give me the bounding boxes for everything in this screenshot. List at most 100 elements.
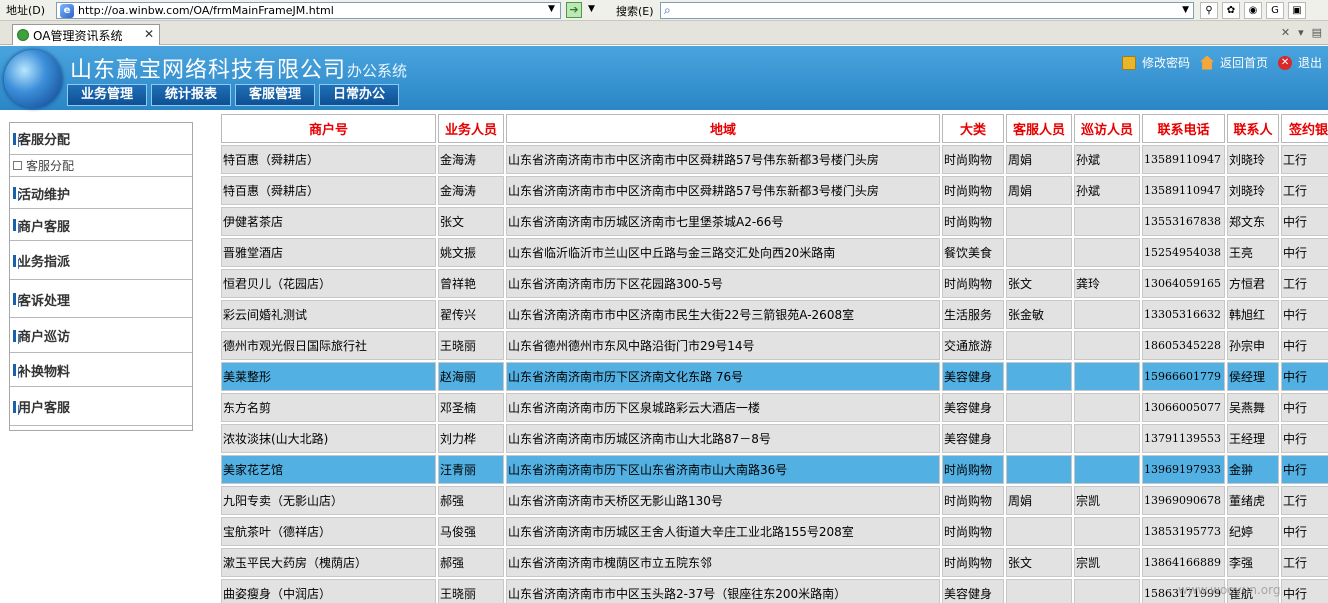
col-header-bank[interactable]: 签约银行	[1281, 114, 1328, 143]
col-header-contact[interactable]: 联系人	[1227, 114, 1279, 143]
cell-visit	[1074, 455, 1140, 484]
table-row[interactable]: 特百惠（舜耕店） 金海涛 山东省济南济南市市中区济南市中区舜耕路57号伟东新都3号楼…	[221, 145, 1328, 174]
col-header-merchant[interactable]: 商户号	[221, 114, 436, 143]
taobao-icon[interactable]: ◉	[1244, 2, 1262, 19]
url-input[interactable]: e http://oa.winbw.com/OA/frmMainFrameJM.…	[56, 2, 561, 19]
cell-visit: 宗凯	[1074, 548, 1140, 577]
col-header-phone[interactable]: 联系电话	[1142, 114, 1225, 143]
sidebar-item-user-cs[interactable]: 用户客服	[10, 388, 192, 426]
cell-merchant: 特百惠（舜耕店）	[221, 176, 436, 205]
table-row[interactable]: 伊健茗茶店 张文 山东省济南济南市历城区济南市七里堡茶城A2-66号 时尚购物 1355…	[221, 207, 1328, 236]
nav-business-management[interactable]: 业务管理	[67, 84, 147, 106]
table-row[interactable]: 晋雅堂酒店 姚文振 山东省临沂临沂市兰山区中丘路与金三路交汇处向西20米路南 餐饮美食…	[221, 238, 1328, 267]
nav-customer-service[interactable]: 客服管理	[235, 84, 315, 106]
url-dropdown-icon[interactable]: ▼	[548, 4, 555, 14]
cell-phone: 13969197933	[1142, 455, 1225, 484]
sidebar-item-cs-assign[interactable]: 客服分配	[10, 123, 192, 155]
cell-phone: 13064059165	[1142, 269, 1225, 298]
cell-region: 山东省济南济南市历城区济南市七里堡茶城A2-66号	[506, 207, 940, 236]
col-header-service[interactable]: 客服人员	[1006, 114, 1072, 143]
table-row[interactable]: 东方名剪 邓圣楠 山东省济南济南市历下区泉城路彩云大酒店一楼 美容健身 13066005…	[221, 393, 1328, 422]
sidebar-item-label: 客诉处理	[18, 293, 71, 309]
table-row[interactable]: 恒君贝儿（花园店） 曾祥艳 山东省济南济南市历下区花园路300-5号 时尚购物 张文 龚玲…	[221, 269, 1328, 298]
sidebar-subitem-cs-assign[interactable]: 客服分配	[10, 155, 192, 177]
search-input[interactable]: ⌕ ▼	[660, 2, 1194, 19]
cell-contact: 金翀	[1227, 455, 1279, 484]
exit-icon: ✕	[1278, 55, 1293, 70]
url-text: http://oa.winbw.com/OA/frmMainFrameJM.ht…	[78, 4, 334, 17]
cell-sales: 金海涛	[438, 176, 504, 205]
cell-service: 张文	[1006, 269, 1072, 298]
cell-merchant: 特百惠（舜耕店）	[221, 145, 436, 174]
menu-bullet-icon	[13, 329, 16, 342]
sidebar-item-merchant-cs[interactable]: 商户客服	[10, 210, 192, 241]
table-row[interactable]: 美莱整形 赵海丽 山东省济南济南市历下区济南文化东路 76号 美容健身 15966601…	[221, 362, 1328, 391]
table-row[interactable]: 美家花艺馆 汪青丽 山东省济南济南市历下区山东省济南市山大南路36号 时尚购物 1396…	[221, 455, 1328, 484]
table-row[interactable]: 特百惠（舜耕店） 金海涛 山东省济南济南市市中区济南市中区舜耕路57号伟东新都3号楼…	[221, 176, 1328, 205]
cell-contact: 方恒君	[1227, 269, 1279, 298]
tab-close-icon[interactable]: ✕	[144, 27, 154, 41]
cell-sales: 邓圣楠	[438, 393, 504, 422]
cell-region: 山东省济南济南市历城区王舍人街道大辛庄工业北路155号208室	[506, 517, 940, 546]
cell-service	[1006, 331, 1072, 360]
table-row[interactable]: 宝航茶叶（德祥店） 马俊强 山东省济南济南市历城区王舍人街道大辛庄工业北路155号2…	[221, 517, 1328, 546]
google-icon[interactable]: G	[1266, 2, 1284, 19]
cell-visit	[1074, 207, 1140, 236]
go-button-icon[interactable]: ➔	[566, 2, 582, 18]
cell-category: 时尚购物	[942, 176, 1004, 205]
cell-service	[1006, 517, 1072, 546]
table-row[interactable]: 浓妆淡抹(山大北路) 刘力桦 山东省济南济南市历城区济南市山大北路87－8号 美容健身…	[221, 424, 1328, 453]
browser-address-bar: 地址(D) e http://oa.winbw.com/OA/frmMainFr…	[0, 0, 1328, 21]
cell-phone: 13553167838	[1142, 207, 1225, 236]
sidebar-item-activity[interactable]: 活动维护	[10, 178, 192, 209]
cell-merchant: 东方名剪	[221, 393, 436, 422]
table-row[interactable]: 九阳专卖（无影山店） 郝强 山东省济南济南市天桥区无影山路130号 时尚购物 周娟 宗凯 1…	[221, 486, 1328, 515]
tab-list-icon[interactable]: ▤	[1312, 26, 1322, 39]
baidu-icon[interactable]: ✿	[1222, 2, 1240, 19]
cell-sales: 王晓丽	[438, 331, 504, 360]
sidebar-item-merchant-visit[interactable]: 商户巡访	[10, 319, 192, 353]
sidebar-item-assign[interactable]: 业务指派	[10, 242, 192, 280]
col-header-category[interactable]: 大类	[942, 114, 1004, 143]
col-header-region[interactable]: 地域	[506, 114, 940, 143]
merchant-table-container: 商户号 业务人员 地域 大类 客服人员 巡访人员 联系电话 联系人 签约银行 特…	[219, 112, 1328, 603]
tab-menu-icon[interactable]: ▾	[1298, 26, 1304, 39]
cell-sales: 郝强	[438, 486, 504, 515]
col-header-sales[interactable]: 业务人员	[438, 114, 504, 143]
table-row[interactable]: 彩云间婚礼测试 翟传兴 山东省济南济南市市中区济南市民生大街22号三箭银苑A-260…	[221, 300, 1328, 329]
cell-contact: 孙宗申	[1227, 331, 1279, 360]
cell-sales: 王晓丽	[438, 579, 504, 603]
nav-daily-office[interactable]: 日常办公	[319, 84, 399, 106]
logout-link[interactable]: ✕ 退出	[1278, 54, 1322, 71]
search-dropdown-icon[interactable]: ▼	[1182, 5, 1189, 15]
cell-merchant: 德州市观光假日国际旅行社	[221, 331, 436, 360]
home-link[interactable]: 返回首页	[1200, 54, 1268, 71]
table-row[interactable]: 德州市观光假日国际旅行社 王晓丽 山东省德州德州市东风中路沿街门市29号14号 交通旅…	[221, 331, 1328, 360]
change-password-link[interactable]: 修改密码	[1122, 54, 1190, 71]
sidebar-item-label: 客服分配	[18, 133, 71, 148]
menu-bullet-icon	[13, 132, 16, 145]
app-header: 山东赢宝网络科技有限公司 办公系统 业务管理 统计报表 客服管理 日常办公 修改…	[0, 46, 1328, 110]
cell-service: 张金敏	[1006, 300, 1072, 329]
table-row[interactable]: 曲姿瘦身（中润店） 王晓丽 山东省济南济南市市中区玉头路2-37号（银座往东200米…	[221, 579, 1328, 603]
table-row[interactable]: 漱玉平民大药房（槐荫店） 郝强 山东省济南济南市槐荫区市立五院东邻 时尚购物 张文 宗凯 1…	[221, 548, 1328, 577]
cell-visit: 宗凯	[1074, 486, 1140, 515]
sidebar-item-complaint[interactable]: 客诉处理	[10, 281, 192, 318]
sidebar-item-material[interactable]: 补换物料	[10, 354, 192, 387]
header-links: 修改密码 返回首页 ✕ 退出	[1122, 54, 1328, 71]
more-tools-icon[interactable]: ▣	[1288, 2, 1306, 19]
new-tab-close-icon[interactable]: ✕	[1281, 26, 1290, 39]
tab-oa[interactable]: OA管理资讯系统 ✕	[12, 24, 160, 45]
cell-merchant: 伊健茗茶店	[221, 207, 436, 236]
nav-statistics-report[interactable]: 统计报表	[151, 84, 231, 106]
cell-bank: 工行	[1281, 486, 1328, 515]
sidebar-item-label: 活动维护	[18, 187, 71, 203]
cell-bank: 工行	[1281, 548, 1328, 577]
search-engine-icon[interactable]: ⚲	[1200, 2, 1218, 19]
col-header-visit[interactable]: 巡访人员	[1074, 114, 1140, 143]
cell-category: 交通旅游	[942, 331, 1004, 360]
cell-visit	[1074, 517, 1140, 546]
cell-sales: 张文	[438, 207, 504, 236]
cell-bank: 中行	[1281, 300, 1328, 329]
go-dropdown-icon[interactable]: ▼	[588, 4, 595, 14]
